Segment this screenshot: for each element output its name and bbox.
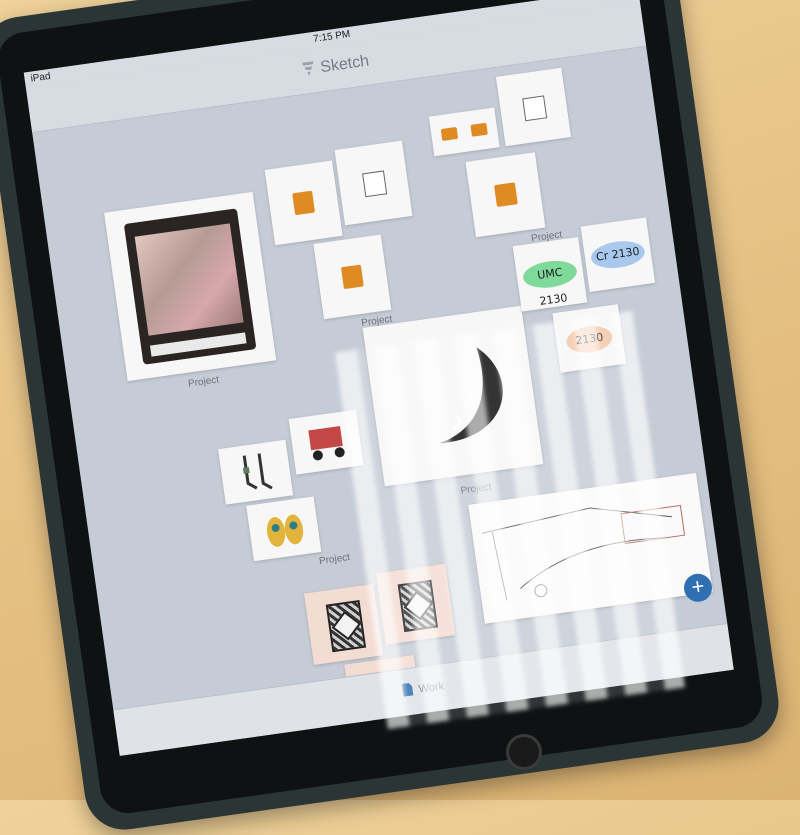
project-thumbnail [313, 234, 392, 320]
project-thumbnail [264, 160, 343, 246]
project-card-badges[interactable]: UMC 2130 Cr 2130 2130 [511, 215, 680, 384]
project-thumbnail [334, 140, 413, 226]
tab-work-label: Work [417, 680, 445, 696]
peach-badge: 2130 [564, 323, 614, 356]
home-button[interactable] [506, 734, 542, 770]
green-badge: UMC 2130 [521, 257, 579, 308]
photo-scene: iPad 7:15 PM Sketch Project Project Proj… [0, 0, 800, 835]
project-thumbnail: 2130 [552, 304, 627, 373]
project-thumbnail [428, 107, 500, 157]
project-card-illustrations[interactable]: Project [215, 409, 383, 569]
project-thumbnail [465, 152, 546, 238]
orange-box-sketch [493, 181, 518, 208]
orange-box-sketch [340, 264, 365, 290]
project-thumbnail [495, 67, 572, 147]
project-thumbnail: Cr 2130 [580, 217, 656, 292]
project-label: Project [409, 730, 442, 746]
sketch-app-screen: iPad 7:15 PM Sketch Project Project Proj… [23, 0, 734, 756]
project-thumbnail: UMC 2130 [512, 237, 588, 312]
ipad-device: iPad 7:15 PM Sketch Project Project Proj… [0, 0, 784, 835]
project-thumbnail [104, 191, 277, 382]
fan-logo-icon [302, 61, 316, 77]
phone-artwork [134, 223, 244, 336]
phone-tab-bar [150, 332, 247, 357]
document-icon [402, 683, 414, 697]
rickshaw-sketch-icon [308, 426, 345, 461]
slippers-sketch-icon [266, 514, 304, 547]
project-thumbnail [362, 305, 544, 487]
project-card-rugs[interactable]: Project [303, 563, 478, 756]
project-thumbnail [246, 496, 322, 562]
orange-box-sketch [291, 190, 316, 216]
orange-box-sketch [469, 122, 488, 137]
project-card-boxes[interactable]: Project [263, 139, 437, 338]
outline-box-sketch [522, 94, 548, 121]
orange-box-sketch [440, 126, 459, 142]
tab-work[interactable]: Work [402, 678, 445, 698]
project-thumbnail [375, 563, 456, 645]
project-thumbnail [218, 439, 294, 505]
blue-badge: Cr 2130 [589, 238, 647, 272]
app-title-text: Sketch [319, 52, 371, 77]
project-card-phone[interactable]: Project [104, 191, 279, 401]
feet-sketch-icon [242, 453, 273, 490]
device-bezel: iPad 7:15 PM Sketch Project Project Proj… [0, 0, 766, 817]
project-thumbnail [288, 409, 364, 475]
crescent-calligraphy-icon [439, 347, 503, 444]
phone-mockup [123, 207, 257, 366]
outline-box-sketch [361, 169, 388, 198]
project-thumbnail [303, 583, 384, 665]
project-card-crescent[interactable]: Project [362, 305, 548, 516]
